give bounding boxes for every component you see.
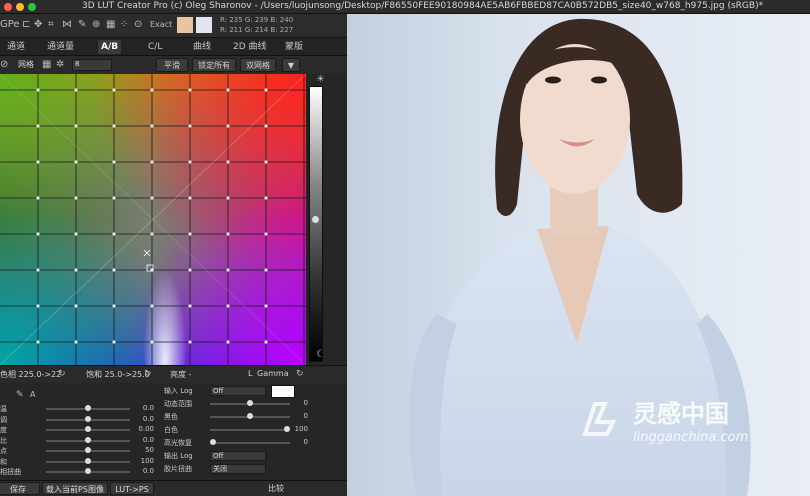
gamma-select[interactable]: Gamma <box>257 369 289 378</box>
brightness-icon[interactable]: ☀ <box>316 73 325 87</box>
rgb-readout-bottom: R: 211 G: 214 B: 227 <box>220 26 294 34</box>
tab-curves[interactable]: 曲线 <box>190 40 214 54</box>
grid-size-select[interactable]: 8 <box>72 59 112 71</box>
grid-toggle-icon[interactable]: ▦ <box>106 18 115 32</box>
ab-color-grid[interactable] <box>0 74 306 365</box>
sat-reset-icon[interactable]: ↻ <box>144 367 152 381</box>
grid-dots-icon[interactable]: ⁘ <box>120 18 128 32</box>
right-param-row: 白色 100 <box>0 425 347 435</box>
right-param-label: 胶片扭曲 <box>164 465 192 473</box>
measure-icon[interactable]: ⊙ <box>134 18 142 32</box>
right-param-value: 0 <box>303 438 308 446</box>
right-param-row: 输出 Log Off <box>0 451 347 461</box>
watermark-site: lingganchina.com <box>633 430 749 445</box>
gamma-prefix: L <box>248 369 253 378</box>
close-window-button[interactable] <box>4 3 12 11</box>
right-param-value: 0 <box>303 412 308 420</box>
zoom-window-button[interactable] <box>28 3 36 11</box>
grid-icon[interactable]: ▦ <box>42 58 51 72</box>
lightness-knob[interactable] <box>312 216 319 223</box>
tab-ab[interactable]: A/B <box>98 40 122 54</box>
double-grid-button[interactable]: 双网格 <box>240 58 276 72</box>
right-param-row: 黑色 0 <box>0 412 347 422</box>
right-param-label: 黑色 <box>164 413 178 421</box>
lock-all-button[interactable]: 锁定所有 <box>192 58 236 72</box>
right-param-label: 白色 <box>164 426 178 434</box>
white-color-swatch[interactable] <box>271 385 295 398</box>
rgb-readout-top: R: 235 G: 239 B: 240 <box>220 16 294 24</box>
hue-reset-icon[interactable]: ↻ <box>58 367 66 381</box>
lightness-slider[interactable] <box>307 86 324 362</box>
minimize-window-button[interactable] <box>16 3 24 11</box>
hsl-readout-bar: 色相 225.0->22 ↻ 饱和 25.0->25.0 ↻ 亮度 - L Ga… <box>0 365 347 383</box>
lut-editor-panel: GPe ⊏ ✥ ⌗ ⋈ ✎ ⊕ ▦ ⁘ ⊙ Exact R: 235 G: 23… <box>0 14 347 496</box>
night-mode-icon[interactable]: ☾ <box>316 348 325 362</box>
zoom-icon[interactable]: ⊕ <box>92 18 100 32</box>
right-param-knob[interactable] <box>210 439 216 445</box>
tab-mask[interactable]: 蒙版 <box>282 40 306 54</box>
move-icon[interactable]: ✥ <box>34 18 42 32</box>
tab-2d-curves[interactable]: 2D 曲线 <box>230 40 270 54</box>
lut-to-ps-button[interactable]: LUT->PS <box>110 482 154 495</box>
right-param-row: 高光恢复 0 <box>0 438 347 448</box>
right-param-knob[interactable] <box>247 413 253 419</box>
image-preview[interactable]: 灵感中国 lingganchina.com <box>347 14 810 496</box>
watermark-logo-icon <box>582 402 617 436</box>
smooth-button[interactable]: 平滑 <box>156 58 188 72</box>
lightness-track[interactable] <box>309 86 323 362</box>
right-param-label: 高光恢复 <box>164 439 192 447</box>
right-param-knob[interactable] <box>247 400 253 406</box>
title-bar: 3D LUT Creator Pro (c) Oleg Sharonov - /… <box>0 0 810 14</box>
right-param-select[interactable]: 关闭 <box>210 464 266 474</box>
exact-label[interactable]: Exact <box>150 18 172 32</box>
right-param-row: 动态范围 0 <box>0 399 347 409</box>
color-swatch-a[interactable] <box>177 17 193 33</box>
eyedropper-icon[interactable]: ✎ <box>78 18 86 32</box>
right-param-select[interactable]: Off <box>210 386 266 396</box>
right-param-value: 0 <box>303 399 308 407</box>
saturation-readout: 饱和 25.0->25.0 <box>86 370 150 379</box>
gamma-reset-icon[interactable]: ↻ <box>296 367 304 381</box>
color-swatch-b[interactable] <box>196 17 212 33</box>
watermark-brand: 灵感中国 <box>633 400 729 428</box>
right-param-label: 输出 Log <box>164 452 193 460</box>
watermark: 灵感中国 lingganchina.com <box>575 392 775 462</box>
toolbar: GPe ⊏ ✥ ⌗ ⋈ ✎ ⊕ ▦ ⁘ ⊙ Exact R: 235 G: 23… <box>0 14 347 38</box>
compare-icon[interactable]: ⊏ <box>22 18 30 32</box>
load-ps-image-button[interactable]: 载入当前PS图像 <box>42 482 108 495</box>
right-param-label: 输入 Log <box>164 387 193 395</box>
grid-mode-icon[interactable]: ✲ <box>56 58 64 72</box>
save-3dlut-button[interactable]: 保存 3DLUT <box>0 482 40 495</box>
right-param-value: 100 <box>294 425 308 433</box>
luma-select[interactable]: 亮度 - <box>170 369 191 380</box>
grid-label: 网格 <box>18 60 34 69</box>
reset-icon[interactable]: ⊘ <box>0 58 8 72</box>
bottom-action-bar: 保存 3DLUT 载入当前PS图像 LUT->PS 比较 <box>0 480 347 496</box>
grid-options-bar: ⊘ 网格 ▦ ✲ 8 平滑 锁定所有 双网格 ▼ <box>0 56 347 74</box>
tab-channel-amount[interactable]: 通道量 <box>44 40 77 54</box>
ab-grid-svg[interactable] <box>0 74 306 365</box>
right-param-select[interactable]: Off <box>210 451 266 461</box>
window-title: 3D LUT Creator Pro (c) Oleg Sharonov - /… <box>82 1 764 11</box>
pin-icon[interactable]: ⋈ <box>62 18 72 32</box>
compare-button[interactable]: 比较 <box>256 482 296 495</box>
hue-readout: 色相 225.0->22 <box>0 370 62 379</box>
tab-channels[interactable]: 通道 <box>4 40 28 54</box>
tab-cl[interactable]: C/L <box>145 40 165 54</box>
editor-tabs: 通道 通道量 A/B C/L 曲线 2D 曲线 蒙版 <box>0 38 347 56</box>
right-param-row: 胶片扭曲 关闭 <box>0 464 347 474</box>
right-param-label: 动态范围 <box>164 400 192 408</box>
hand-grid-icon[interactable]: ⌗ <box>48 18 54 32</box>
grid-menu-button[interactable]: ▼ <box>282 58 300 72</box>
adjustments-panel: ✎ A 温 0.0 调 0.0 度 0.00 比 0.0 点 50 和 100 相扭曲 0.0 输入 Lo… <box>0 384 347 480</box>
gpu-label: GPe <box>0 19 20 30</box>
